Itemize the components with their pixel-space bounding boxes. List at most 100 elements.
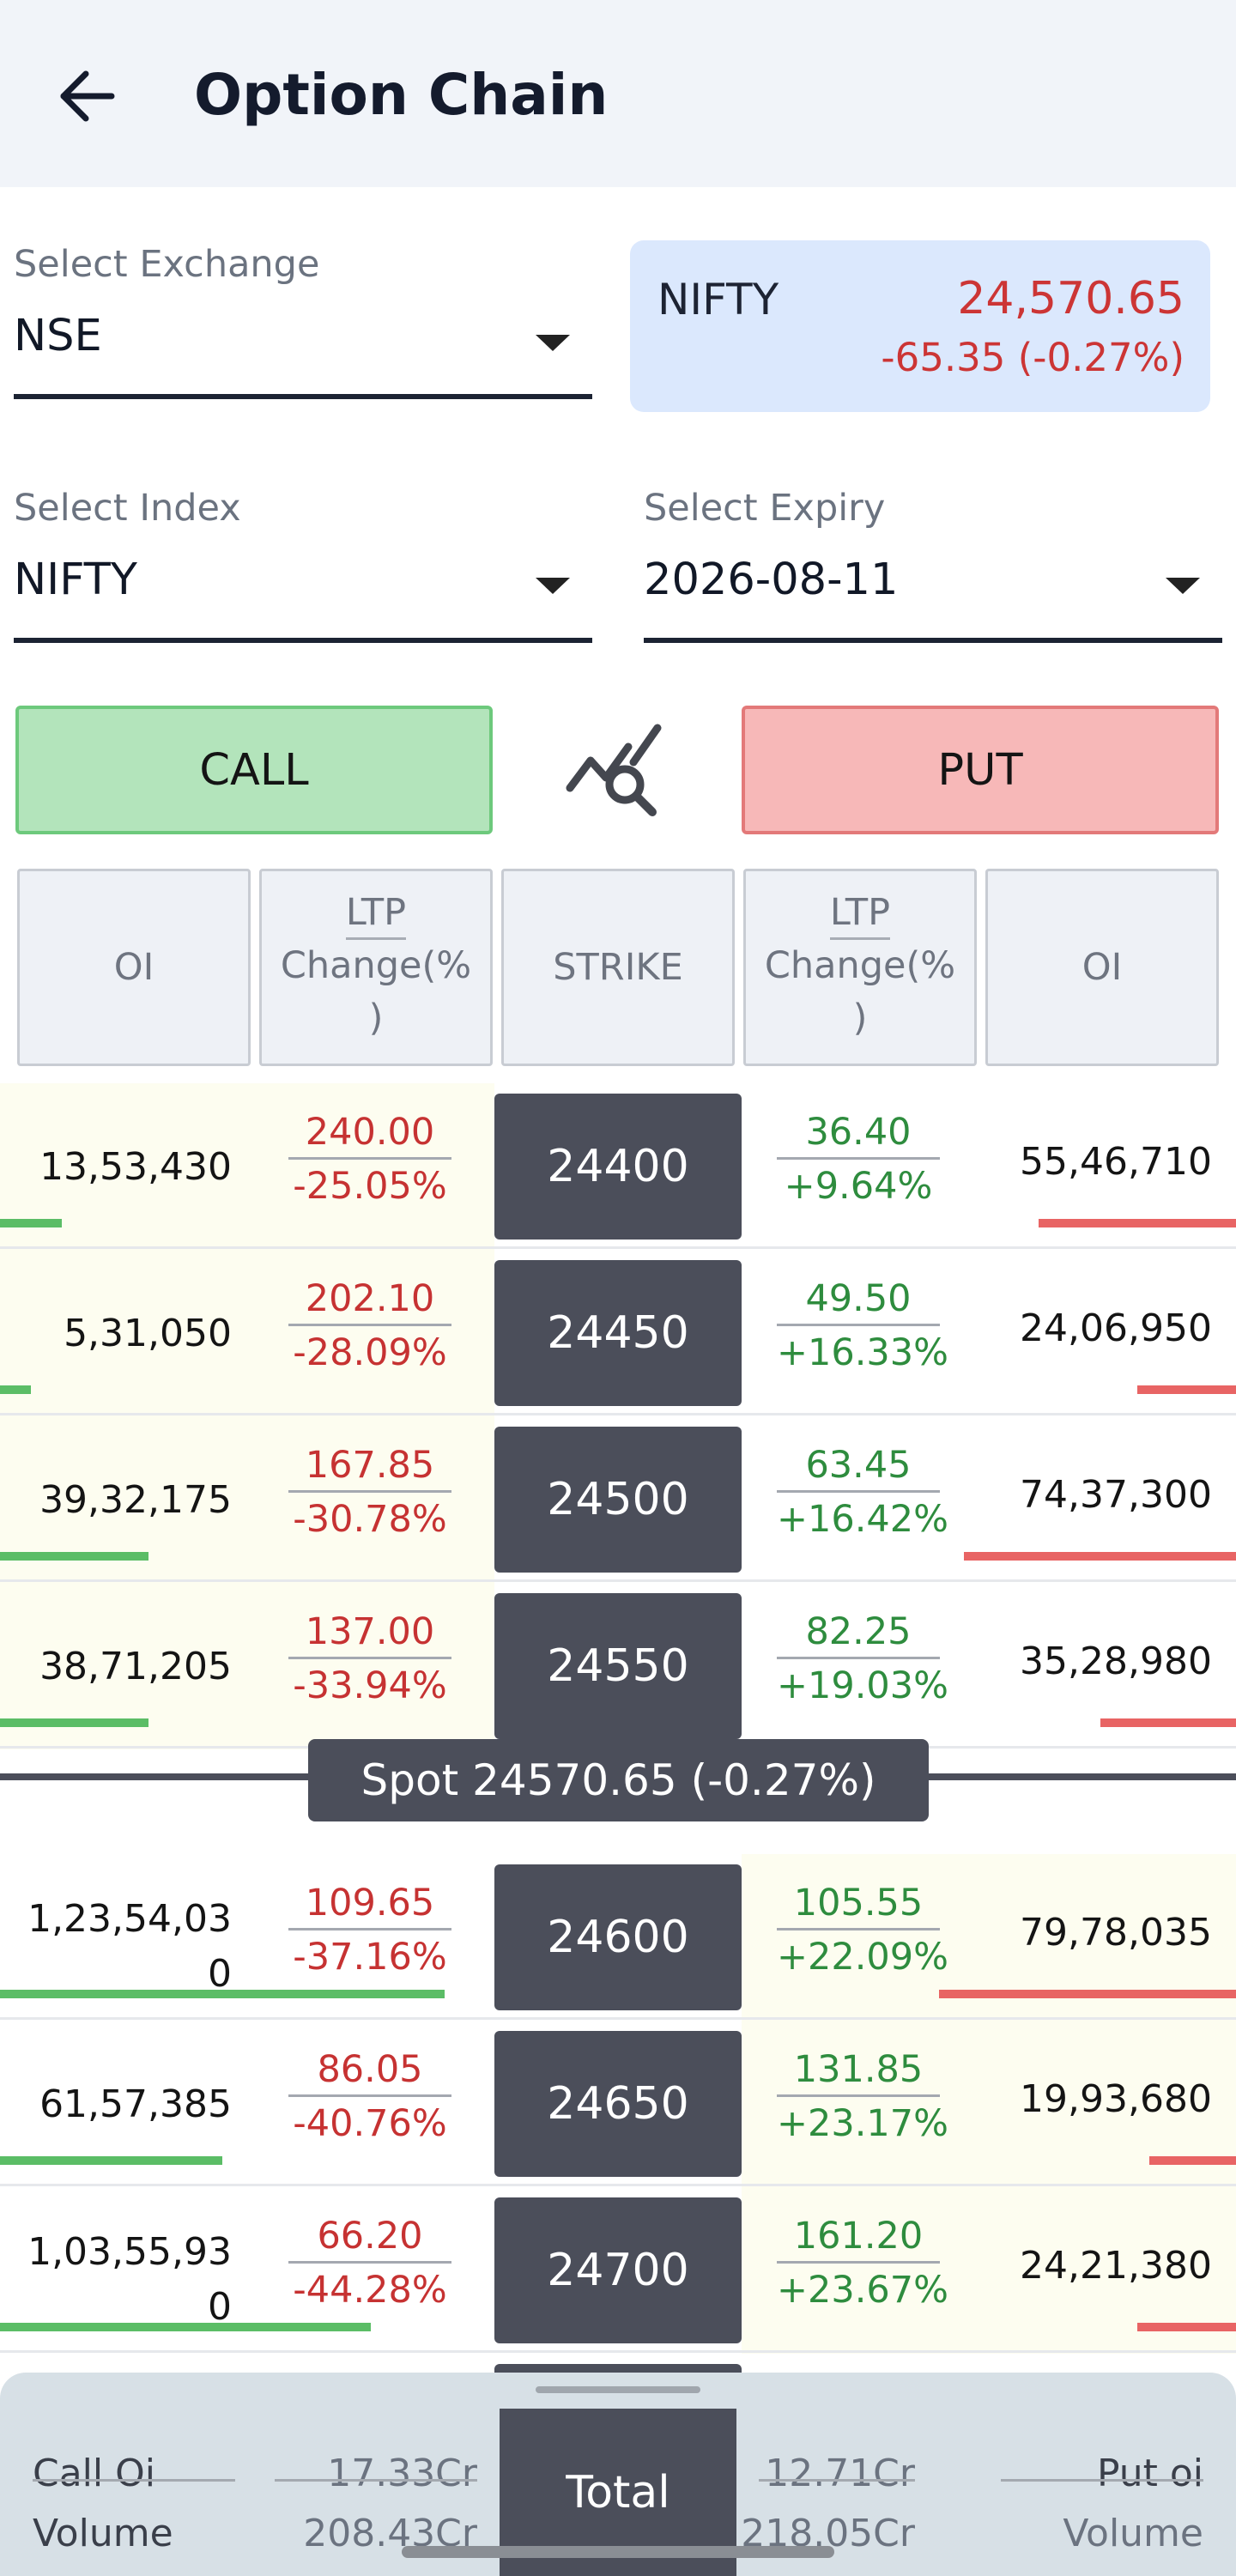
call-oi-total: 17.33Cr bbox=[327, 2452, 477, 2495]
home-indicator bbox=[402, 2546, 834, 2558]
put-volume-label: Volume bbox=[1063, 2512, 1203, 2555]
put-oi-bar bbox=[1039, 1219, 1236, 1227]
call-button[interactable]: CALL bbox=[15, 706, 493, 834]
put-oi-value: 24,06,950 bbox=[1020, 1306, 1212, 1350]
option-row[interactable]: 38,71,205 137.00 -33.94% 24550 82.25 +19.03% 3… bbox=[0, 1583, 1236, 1749]
column-header-put-oi: OI bbox=[985, 869, 1219, 1066]
index-quote-card: NIFTY 24,570.65 -65.35 (-0.27%) bbox=[630, 240, 1210, 412]
strike-price[interactable]: 24700 bbox=[494, 2197, 742, 2343]
divider bbox=[33, 2479, 235, 2482]
chevron-down-icon[interactable] bbox=[536, 578, 570, 594]
strike-price[interactable]: 24500 bbox=[494, 1427, 742, 1573]
strike-price[interactable]: 24550 bbox=[494, 1593, 742, 1739]
exchange-select-value[interactable]: NSE bbox=[14, 311, 102, 361]
expiry-select-label: Select Expiry bbox=[644, 487, 886, 530]
put-oi-value: 79,78,035 bbox=[1020, 1911, 1212, 1955]
column-header-label: OI bbox=[1082, 946, 1123, 989]
strike-price[interactable]: 24450 bbox=[494, 1260, 742, 1406]
strike-price[interactable]: 24400 bbox=[494, 1094, 742, 1240]
call-oi-label: Call Oi bbox=[33, 2452, 155, 2495]
put-oi-value: 24,21,380 bbox=[1020, 2244, 1212, 2288]
call-ltp-cell: 66.20 -44.28% bbox=[288, 2215, 451, 2312]
put-change-value: +23.17% bbox=[777, 2102, 948, 2145]
divider bbox=[1001, 2479, 1203, 2482]
option-row[interactable]: 1,23,54,03 0 109.65 -37.16% 24600 105.55 +22.… bbox=[0, 1854, 1236, 2021]
sheet-handle[interactable] bbox=[536, 2386, 700, 2393]
call-ltp-value: 137.00 bbox=[288, 1610, 451, 1659]
call-oi-value: 38,71,205 bbox=[39, 1645, 232, 1688]
divider bbox=[759, 2479, 915, 2482]
back-arrow-icon[interactable] bbox=[57, 65, 118, 127]
put-oi-bar bbox=[1137, 1385, 1236, 1394]
row-divider bbox=[0, 2017, 1236, 2020]
index-quote-price: 24,570.65 bbox=[957, 273, 1184, 324]
call-oi-bar bbox=[0, 1219, 62, 1227]
call-oi-value: 39,32,175 bbox=[39, 1478, 232, 1522]
put-button[interactable]: PUT bbox=[742, 706, 1219, 834]
put-oi-label: Put oi bbox=[1096, 2452, 1203, 2495]
index-select-value[interactable]: NIFTY bbox=[14, 555, 137, 605]
strike-price[interactable]: 24650 bbox=[494, 2031, 742, 2177]
call-oi-bar bbox=[0, 1552, 148, 1561]
put-ltp-value: 49.50 bbox=[777, 1277, 940, 1326]
call-change-value: -28.09% bbox=[293, 1331, 447, 1374]
call-oi-bar bbox=[0, 1385, 31, 1394]
call-change-value: -44.28% bbox=[293, 2269, 447, 2312]
column-header-call-ltp: LTP Change(% ) bbox=[259, 869, 493, 1066]
totals-footer: Call Oi Volume 17.33Cr 208.43Cr Total 12… bbox=[0, 2373, 1236, 2576]
put-ltp-cell: 36.40 +9.64% bbox=[777, 1111, 940, 1208]
chevron-down-icon[interactable] bbox=[1166, 578, 1200, 594]
column-header-ltp-label: LTP bbox=[829, 891, 891, 941]
strike-price[interactable]: 24600 bbox=[494, 1864, 742, 2010]
put-oi-value: 35,28,980 bbox=[1020, 1640, 1212, 1683]
option-row[interactable]: 39,32,175 167.85 -30.78% 24500 63.45 +16.42% 7… bbox=[0, 1416, 1236, 1583]
option-row[interactable]: 1,03,55,93 0 66.20 -44.28% 24700 161.20 +23.6… bbox=[0, 2187, 1236, 2354]
call-change-value: -40.76% bbox=[293, 2102, 447, 2145]
row-divider bbox=[0, 2350, 1236, 2353]
column-header-put-ltp: LTP Change(% ) bbox=[743, 869, 977, 1066]
row-divider bbox=[0, 1246, 1236, 1249]
index-select-underline bbox=[14, 638, 592, 643]
put-oi-bar bbox=[939, 1990, 1236, 1998]
column-header-label: OI bbox=[113, 946, 154, 989]
column-header-change-label: Change(% ) bbox=[280, 944, 472, 1039]
call-ltp-cell: 109.65 -37.16% bbox=[288, 1882, 451, 1979]
call-ltp-value: 109.65 bbox=[288, 1882, 451, 1930]
put-change-value: +16.33% bbox=[777, 1331, 948, 1374]
put-ltp-cell: 49.50 +16.33% bbox=[777, 1277, 948, 1374]
call-oi-value: 61,57,385 bbox=[39, 2082, 232, 2126]
column-header-label: STRIKE bbox=[553, 946, 683, 989]
call-ltp-cell: 240.00 -25.05% bbox=[288, 1111, 451, 1208]
put-ltp-value: 161.20 bbox=[777, 2215, 940, 2264]
expiry-select-value[interactable]: 2026-08-11 bbox=[644, 555, 898, 605]
chart-analyze-icon[interactable] bbox=[565, 723, 671, 819]
option-row[interactable]: 61,57,385 86.05 -40.76% 24650 131.85 +23.17% 1… bbox=[0, 2021, 1236, 2187]
put-oi-bar bbox=[1137, 2323, 1236, 2331]
option-row[interactable]: 5,31,050 202.10 -28.09% 24450 49.50 +16.33% 24… bbox=[0, 1250, 1236, 1416]
call-ltp-value: 66.20 bbox=[288, 2215, 451, 2264]
call-ltp-value: 167.85 bbox=[288, 1444, 451, 1493]
option-row[interactable]: 13,53,430 240.00 -25.05% 24400 36.40 +9.64% 55… bbox=[0, 1083, 1236, 1250]
call-ltp-cell: 202.10 -28.09% bbox=[288, 1277, 451, 1374]
call-volume-label: Volume bbox=[33, 2512, 173, 2555]
call-ltp-cell: 86.05 -40.76% bbox=[288, 2048, 451, 2145]
call-change-value: -30.78% bbox=[293, 1498, 447, 1541]
chevron-down-icon[interactable] bbox=[536, 335, 570, 351]
put-ltp-cell: 63.45 +16.42% bbox=[777, 1444, 948, 1541]
call-oi-bar bbox=[0, 2323, 371, 2331]
column-header-call-oi: OI bbox=[17, 869, 251, 1066]
put-change-value: +9.64% bbox=[784, 1165, 933, 1208]
put-oi-bar bbox=[964, 1552, 1236, 1561]
call-ltp-cell: 137.00 -33.94% bbox=[288, 1610, 451, 1707]
expiry-select-underline bbox=[644, 638, 1222, 643]
put-oi-value: 74,37,300 bbox=[1020, 1473, 1212, 1517]
call-oi-bar bbox=[0, 2156, 222, 2165]
column-header-change-label: Change(% ) bbox=[764, 944, 956, 1039]
call-change-value: -33.94% bbox=[293, 1664, 447, 1707]
spot-label: Spot 24570.65 (-0.27%) bbox=[308, 1739, 929, 1821]
put-ltp-value: 105.55 bbox=[777, 1882, 940, 1930]
put-oi-bar bbox=[1100, 1718, 1236, 1727]
row-divider bbox=[0, 1413, 1236, 1415]
put-ltp-cell: 105.55 +22.09% bbox=[777, 1882, 948, 1979]
put-ltp-value: 63.45 bbox=[777, 1444, 940, 1493]
